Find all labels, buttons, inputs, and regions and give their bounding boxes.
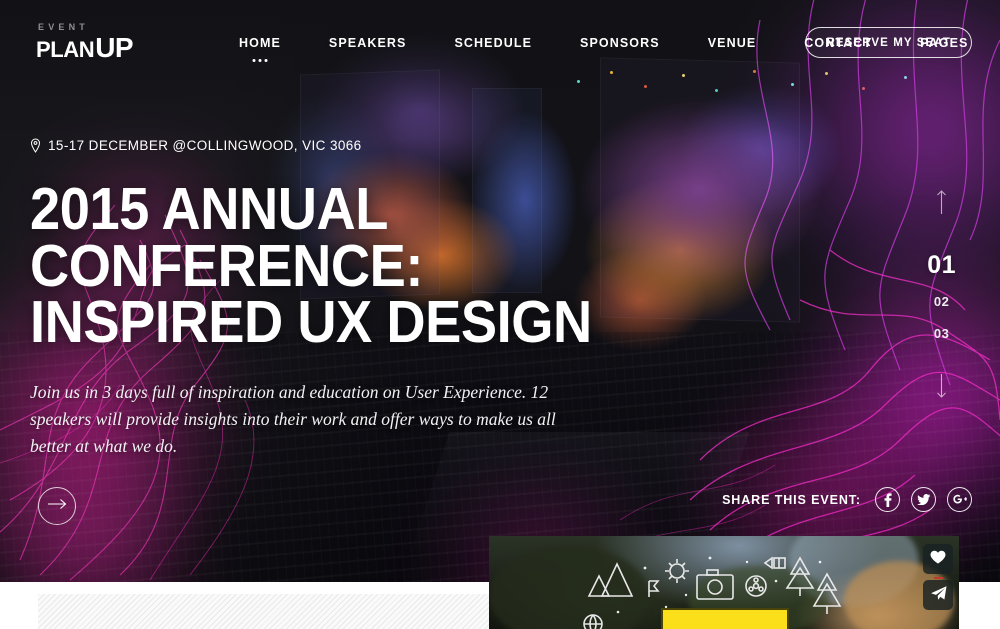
site-header: EVENT PLAN UP HOME SPEAKERS SCHEDULE SPO… [0,0,1000,85]
hero-section: EVENT PLAN UP HOME SPEAKERS SCHEDULE SPO… [0,0,1000,582]
reserve-my-seat-button[interactable]: RESERVE MY SEAT [805,27,972,58]
arrow-right-icon [47,497,67,515]
nav-item-sponsors[interactable]: SPONSORS [556,32,684,54]
yellow-banner [661,608,789,629]
tape-icon [763,556,786,570]
nav-label: HOME [239,36,281,50]
slider-prev-arrow-up-icon[interactable] [936,190,947,219]
headline-line-1: 2015 ANNUAL [30,176,388,242]
logo-text-up: UP [95,32,133,63]
flag-icon [648,580,660,597]
slide-indicator-03[interactable]: 03 [934,326,949,341]
share-label: SHARE THIS EVENT: [722,492,861,507]
twitter-icon[interactable] [911,487,936,512]
share-bar: SHARE THIS EVENT: [722,487,972,512]
like-button[interactable] [923,544,953,574]
nav-item-home[interactable]: HOME [215,32,305,62]
logo-text-plan: PLAN [36,37,95,62]
slide-indicator-02[interactable]: 02 [934,294,949,309]
camera-icon [696,569,734,600]
sun-icon [665,559,689,583]
film-reel-icon [745,575,767,597]
headline-line-2: CONFERENCE: [30,232,424,299]
heart-icon [930,550,946,569]
nav-item-schedule[interactable]: SCHEDULE [430,32,556,54]
facebook-icon[interactable] [875,487,900,512]
paper-plane-icon [930,585,947,606]
slide-indicator-01[interactable]: 01 [927,251,956,280]
hero-description: Join us in 3 days full of inspiration an… [30,381,556,457]
map-pin-icon [30,138,41,153]
slider-next-arrow-down-icon[interactable] [936,374,947,403]
logo[interactable]: EVENT PLAN UP [36,22,134,63]
globe-icon [583,614,603,629]
active-indicator-dots [252,59,268,62]
slider-navigation: 01 02 03 [927,190,956,403]
pine-tree-icon [812,572,842,614]
nav-item-venue[interactable]: VENUE [684,32,781,54]
logo-text-event: EVENT [38,22,90,32]
pine-tree-icon [785,556,815,596]
googleplus-icon[interactable] [947,487,972,512]
headline-line-3: INSPIRED UX DESIGN [30,289,592,356]
event-meta-text: 15-17 DECEMBER @COLLINGWOOD, VIC 3066 [48,138,362,153]
hero-next-button[interactable] [38,487,76,526]
hero-content: 15-17 DECEMBER @COLLINGWOOD, VIC 3066 20… [30,138,630,526]
mountains-icon [587,562,634,597]
nav-item-speakers[interactable]: SPEAKERS [305,32,431,54]
card-accent-divider [934,577,943,579]
event-location-date: 15-17 DECEMBER @COLLINGWOOD, VIC 3066 [30,138,630,153]
page-title: 2015 ANNUAL CONFERENCE: INSPIRED UX DESI… [30,176,592,356]
bottom-overlay-card[interactable] [489,536,959,629]
send-button[interactable] [923,580,953,610]
